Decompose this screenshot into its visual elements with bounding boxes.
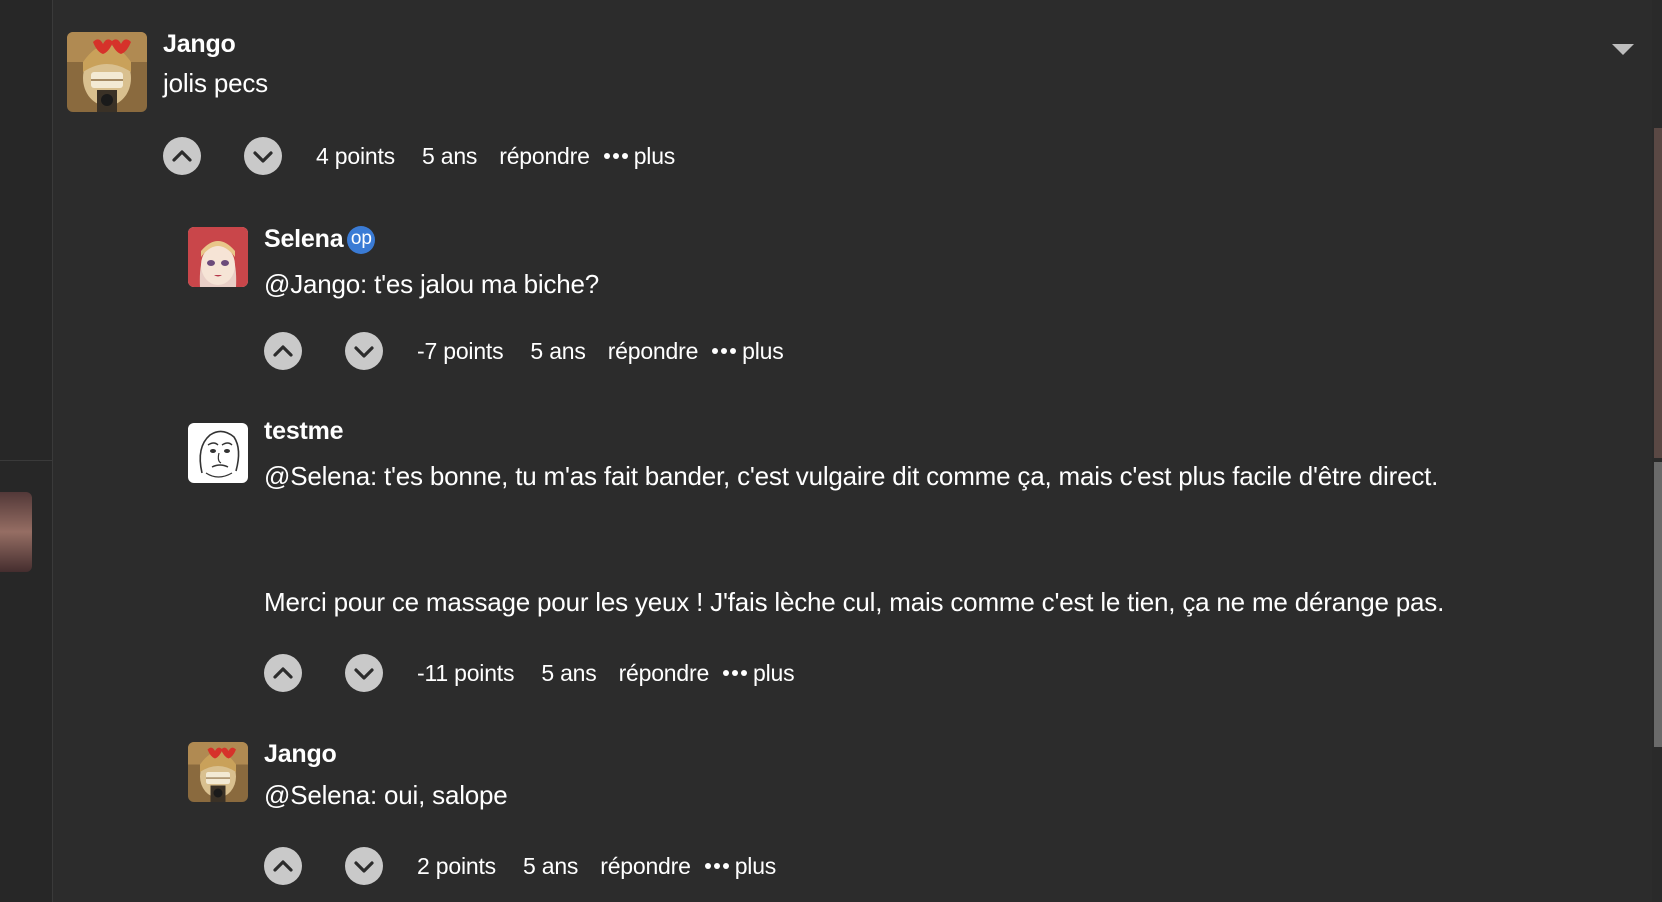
gutter-divider (0, 460, 52, 461)
author-name[interactable]: Selena (264, 225, 344, 254)
jango-avatar-image (188, 742, 248, 802)
comment-text-line: @Selena: t'es bonne, tu m'as fait bander… (264, 461, 1439, 491)
author-row: Selena op (264, 225, 376, 254)
chevron-up-icon (273, 345, 293, 357)
points: 2 points (417, 852, 496, 879)
chevron-down-icon (253, 151, 273, 163)
scrollbar-thumb[interactable] (1654, 462, 1662, 747)
timestamp[interactable]: 5 ans (523, 853, 578, 880)
comment-text: @Selena: oui, salope (264, 780, 508, 810)
caret-down-icon[interactable] (1612, 44, 1634, 55)
reply-link[interactable]: répondre (600, 853, 691, 880)
comment-actions: 4 points 5 ans répondre plus (163, 136, 675, 176)
upvote-button[interactable] (163, 137, 201, 175)
gutter-thumbnail[interactable] (0, 492, 32, 572)
jango-avatar-image (67, 32, 147, 112)
more-menu[interactable]: plus (704, 852, 777, 880)
author-row: Jango (264, 740, 337, 769)
author-name[interactable]: Jango (264, 740, 337, 769)
avatar[interactable] (67, 32, 147, 112)
meme-face-avatar-image (188, 423, 248, 483)
comment-actions: -7 points 5 ans répondre plus (264, 331, 784, 371)
reply-link[interactable]: répondre (499, 143, 590, 170)
points: -7 points (417, 337, 504, 364)
chevron-up-icon (172, 150, 192, 162)
ellipsis-icon (603, 153, 628, 159)
points: 4 points (316, 142, 395, 169)
ellipsis-icon (712, 348, 737, 354)
comment-actions: -11 points 5 ans répondre plus (264, 653, 795, 693)
op-badge: op (347, 225, 376, 254)
more-menu[interactable]: plus (723, 659, 795, 687)
chevron-down-icon (354, 861, 374, 873)
comment-actions: 2 points 5 ans répondre plus (264, 846, 776, 886)
avatar[interactable] (188, 742, 248, 802)
chevron-up-icon (273, 860, 293, 872)
comment-text-line: Merci pour ce massage pour les yeux ! J'… (264, 587, 1445, 617)
reply-link[interactable]: répondre (608, 338, 699, 365)
author-name[interactable]: Jango (163, 30, 236, 59)
more-label: plus (633, 142, 676, 169)
more-label: plus (753, 659, 795, 686)
more-label: plus (734, 852, 777, 879)
timestamp[interactable]: 5 ans (530, 338, 585, 365)
comment-text: @Jango: t'es jalou ma biche? (264, 269, 600, 299)
right-edge-strip (1654, 128, 1662, 458)
chevron-up-icon (273, 667, 293, 679)
more-menu[interactable]: plus (603, 142, 676, 170)
avatar[interactable] (188, 227, 248, 287)
timestamp[interactable]: 5 ans (541, 660, 596, 687)
downvote-button[interactable] (345, 847, 383, 885)
upvote-button[interactable] (264, 332, 302, 370)
more-menu[interactable]: plus (712, 337, 784, 365)
selena-avatar-image (188, 227, 248, 287)
ellipsis-icon (704, 863, 729, 869)
comment-text: jolis pecs (163, 68, 268, 98)
author-name[interactable]: testme (264, 417, 344, 446)
chevron-down-icon (354, 346, 374, 358)
more-label: plus (742, 337, 784, 364)
reply-link[interactable]: répondre (619, 660, 710, 687)
author-row: testme (264, 417, 344, 446)
downvote-button[interactable] (345, 654, 383, 692)
timestamp[interactable]: 5 ans (422, 143, 477, 170)
downvote-button[interactable] (345, 332, 383, 370)
author-row: Jango (163, 30, 236, 59)
chevron-down-icon (354, 668, 374, 680)
right-edge (1652, 0, 1662, 902)
ellipsis-icon (723, 670, 748, 676)
avatar[interactable] (188, 423, 248, 483)
upvote-button[interactable] (264, 847, 302, 885)
upvote-button[interactable] (264, 654, 302, 692)
downvote-button[interactable] (244, 137, 282, 175)
points: -11 points (417, 659, 515, 686)
left-gutter (0, 0, 53, 902)
